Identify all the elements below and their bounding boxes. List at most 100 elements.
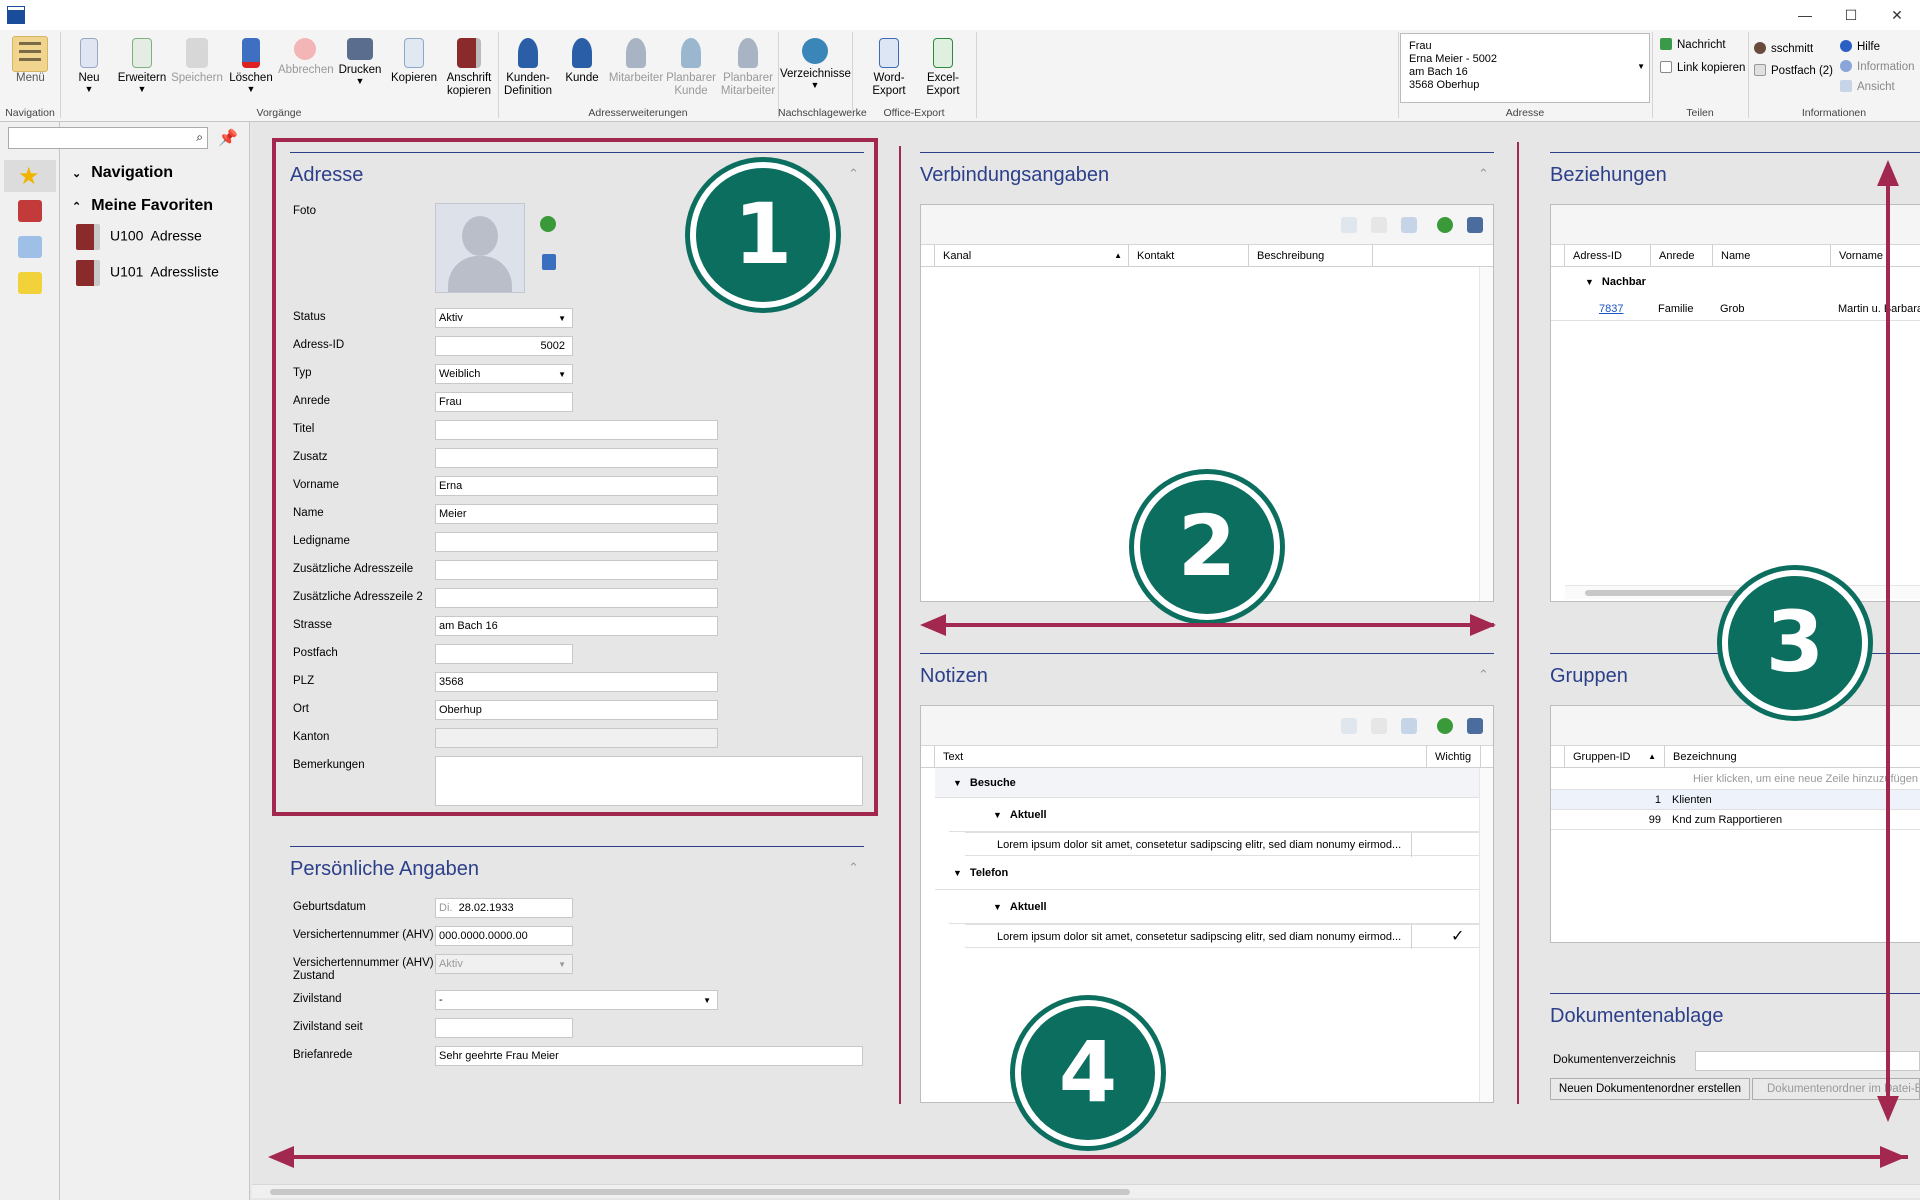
speichern-button[interactable]: Speichern xyxy=(170,32,224,85)
ort-field[interactable]: Oberhup xyxy=(435,700,718,720)
notes-icon[interactable] xyxy=(18,272,42,294)
anrede-field[interactable]: Frau xyxy=(435,392,573,412)
col-kontakt[interactable]: Kontakt xyxy=(1129,245,1249,267)
edit-icon[interactable] xyxy=(1371,217,1387,233)
scrollbar[interactable] xyxy=(1479,267,1493,601)
col-text[interactable]: Text xyxy=(935,746,1427,768)
kopieren-button[interactable]: Kopieren xyxy=(390,32,438,85)
link-kopieren-button[interactable]: Link kopieren xyxy=(1660,61,1745,74)
kunden-definition-button[interactable]: Kunden- Definition xyxy=(502,32,554,98)
note-row[interactable]: Lorem ipsum dolor sit amet, consetetur s… xyxy=(965,832,1481,857)
vorname-field[interactable]: Erna xyxy=(435,476,718,496)
postfach-field[interactable] xyxy=(435,644,573,664)
delete-icon[interactable] xyxy=(1401,718,1417,734)
verzeichnisse-button[interactable]: Verzeichnisse ▼ xyxy=(780,32,851,90)
geburtsdatum-field[interactable]: Di. 28.02.1933 xyxy=(435,898,573,918)
menu-button[interactable]: Menü xyxy=(16,72,45,84)
photo-placeholder[interactable] xyxy=(435,203,525,293)
hilfe-button[interactable]: Hilfe xyxy=(1840,40,1880,53)
close-button[interactable]: ✕ xyxy=(1874,0,1920,30)
favorite-item-u101[interactable]: U101 Adressliste xyxy=(76,260,219,286)
collapse-icon[interactable]: ⌃ xyxy=(848,166,859,182)
adressid-field[interactable]: 5002 xyxy=(435,336,573,356)
briefanrede-field[interactable]: Sehr geehrte Frau Meier xyxy=(435,1046,863,1066)
postfach-button[interactable]: Postfach (2) xyxy=(1754,64,1833,77)
refresh-icon[interactable] xyxy=(1437,217,1453,233)
status-select[interactable]: Aktiv ▼ xyxy=(435,308,573,328)
subgroup-row-aktuell[interactable]: ▼ Aktuell xyxy=(949,890,1481,924)
address-selector[interactable]: Frau Erna Meier - 5002 am Bach 16 3568 O… xyxy=(1400,33,1650,103)
ledigname-field[interactable] xyxy=(435,532,718,552)
print-icon[interactable] xyxy=(1467,718,1483,734)
new-row-icon[interactable] xyxy=(1341,718,1357,734)
collapse-icon[interactable]: ⌃ xyxy=(1478,166,1489,182)
group-row-nachbar[interactable]: ▼ Nachbar xyxy=(1551,267,1920,297)
col-name[interactable]: Name xyxy=(1713,245,1831,267)
apps-icon[interactable] xyxy=(18,236,42,258)
new-folder-button[interactable]: Neuen Dokumentenordner erstellen xyxy=(1550,1078,1750,1100)
menu-icon[interactable] xyxy=(12,36,48,72)
loeschen-button[interactable]: Löschen ▼ xyxy=(228,32,274,94)
table-row[interactable]: 7837 Familie Grob Martin u. Barbara xyxy=(1551,297,1920,321)
ansicht-button[interactable]: Ansicht xyxy=(1840,80,1895,93)
collapse-icon[interactable]: ⌃ xyxy=(1478,667,1489,683)
pin-icon[interactable]: 📌 xyxy=(218,128,238,148)
abbrechen-button[interactable]: Abbrechen xyxy=(278,32,334,77)
col-bezeichnung[interactable]: Bezeichnung xyxy=(1665,746,1920,768)
group-row-besuche[interactable]: ▼ Besuche xyxy=(935,768,1481,798)
bemerkungen-field[interactable] xyxy=(435,756,863,806)
anschrift-kopieren-button[interactable]: Anschrift kopieren xyxy=(442,32,496,98)
zivilstand-select[interactable]: - ▼ xyxy=(435,990,718,1010)
maximize-button[interactable]: ☐ xyxy=(1828,0,1874,30)
kunde-button[interactable]: Kunde xyxy=(560,32,604,85)
user-button[interactable]: sschmitt xyxy=(1754,42,1813,55)
col-kanal[interactable]: Kanal ▲ xyxy=(935,245,1129,267)
delete-icon[interactable] xyxy=(1401,217,1417,233)
tree-favoriten[interactable]: ⌃ Meine Favoriten xyxy=(72,197,213,215)
col-adress-id[interactable]: Adress-ID xyxy=(1565,245,1651,267)
erweitern-button[interactable]: Erweitern ▼ xyxy=(116,32,168,94)
note-row[interactable]: Lorem ipsum dolor sit amet, consetetur s… xyxy=(965,924,1481,949)
home-icon[interactable] xyxy=(18,200,42,222)
zusatz2-field[interactable] xyxy=(435,588,718,608)
zusatz1-field[interactable] xyxy=(435,560,718,580)
group-row-telefon[interactable]: ▼ Telefon xyxy=(935,856,1481,890)
neu-button[interactable]: Neu ▼ xyxy=(72,32,106,94)
excel-export-button[interactable]: Excel- Export xyxy=(920,32,966,98)
col-wichtig[interactable]: Wichtig xyxy=(1427,746,1481,768)
table-row[interactable]: 1 Klienten xyxy=(1551,790,1920,810)
minimize-button[interactable]: — xyxy=(1782,0,1828,30)
col-anrede[interactable]: Anrede xyxy=(1651,245,1713,267)
ahv-field[interactable]: 000.0000.0000.00 xyxy=(435,926,573,946)
horizontal-scrollbar[interactable] xyxy=(252,1184,1920,1198)
scrollbar[interactable] xyxy=(1479,768,1493,1102)
col-beschreibung[interactable]: Beschreibung xyxy=(1249,245,1373,267)
nav-search-input[interactable]: ⌕ xyxy=(8,127,208,149)
table-row[interactable]: 99 Knd zum Rapportieren xyxy=(1551,810,1920,830)
titel-field[interactable] xyxy=(435,420,718,440)
edit-icon[interactable] xyxy=(1371,718,1387,734)
col-vorname[interactable]: Vorname xyxy=(1831,245,1920,267)
information-button[interactable]: Information xyxy=(1840,60,1915,73)
zusatz-field[interactable] xyxy=(435,448,718,468)
drucken-button[interactable]: Drucken ▼ xyxy=(336,32,384,86)
mitarbeiter-button[interactable]: Mitarbeiter xyxy=(606,32,666,85)
adress-id-link[interactable]: 7837 xyxy=(1599,297,1623,321)
new-row[interactable]: Hier klicken, um eine neue Zeile hinzuzu… xyxy=(1551,768,1920,790)
new-row-icon[interactable] xyxy=(1341,217,1357,233)
tree-navigation[interactable]: ⌄ Navigation xyxy=(72,164,173,182)
word-export-button[interactable]: Word- Export xyxy=(866,32,912,98)
collapse-icon[interactable]: ⌃ xyxy=(848,860,859,876)
refresh-icon[interactable] xyxy=(1437,718,1453,734)
favorite-item-u100[interactable]: U100 Adresse xyxy=(76,224,202,250)
nachricht-button[interactable]: Nachricht xyxy=(1660,38,1726,51)
delete-photo-icon[interactable] xyxy=(542,254,556,270)
col-gruppen-id[interactable]: Gruppen-ID ▲ xyxy=(1565,746,1665,768)
planbarer-mitarbeiter-button[interactable]: Planbarer Mitarbeiter xyxy=(718,32,778,98)
subgroup-row-aktuell[interactable]: ▼ Aktuell xyxy=(949,798,1481,832)
name-field[interactable]: Meier xyxy=(435,504,718,524)
nav-favorites-tab[interactable]: ★ xyxy=(4,160,56,192)
upload-photo-icon[interactable] xyxy=(540,216,556,232)
print-icon[interactable] xyxy=(1467,217,1483,233)
strasse-field[interactable]: am Bach 16 xyxy=(435,616,718,636)
